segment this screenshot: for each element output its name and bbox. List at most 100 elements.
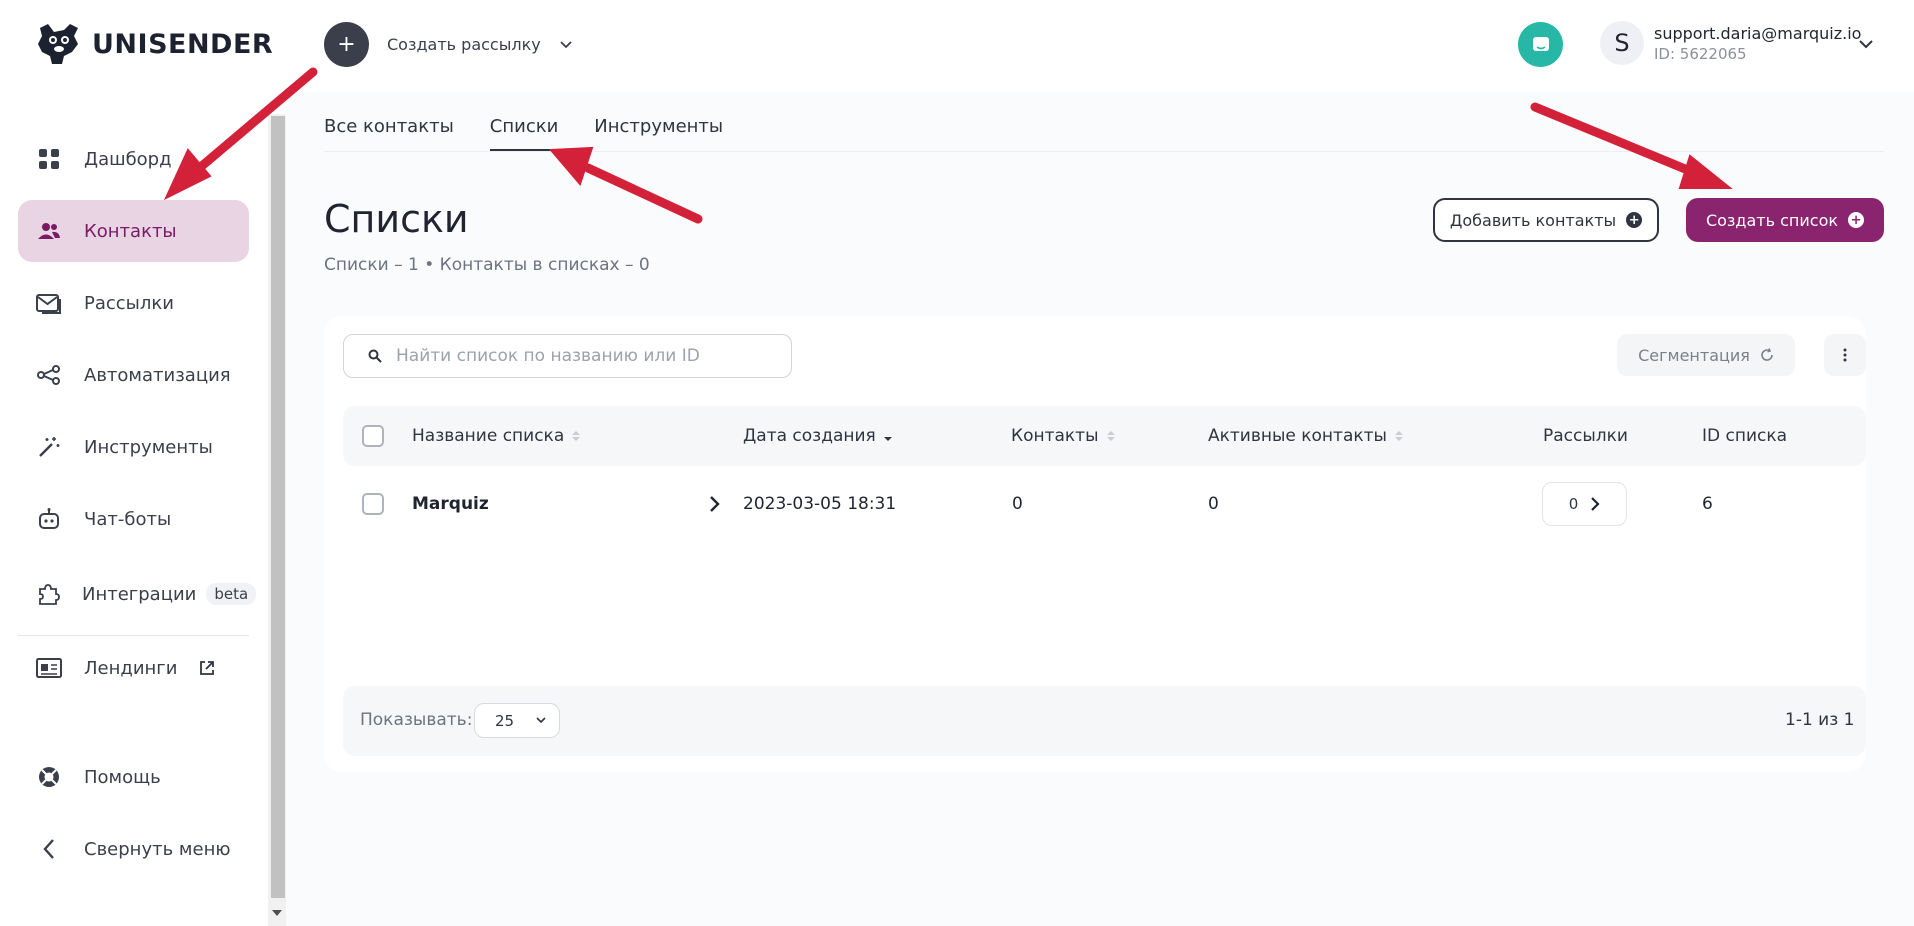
list-name-link[interactable]: Marquiz [412, 494, 489, 514]
chevron-down-icon [560, 40, 572, 48]
create-list-label: Создать список [1705, 210, 1839, 230]
row-checkbox[interactable] [362, 493, 384, 515]
mail-icon [36, 290, 62, 316]
column-label: Контакты [1011, 426, 1099, 446]
column-header-list-id: ID списка [1702, 426, 1787, 446]
sidebar-item-label: Свернуть меню [84, 838, 231, 860]
select-all-checkbox[interactable] [362, 425, 384, 447]
logo-text: UNISENDER [92, 28, 274, 60]
list-campaigns-count: 0 [1568, 495, 1579, 513]
add-contacts-label: Добавить контакты [1449, 210, 1617, 230]
sort-icon [572, 431, 581, 441]
sidebar-item-landings[interactable]: Лендинги [18, 637, 249, 699]
dashboard-icon [36, 146, 62, 172]
sidebar-item-label: Интеграции [82, 583, 197, 605]
column-header-name[interactable]: Название списка [412, 426, 581, 446]
sidebar-item-label: Инструменты [84, 436, 213, 458]
sort-icon [1394, 431, 1403, 441]
tab-tools[interactable]: Инструменты [594, 116, 723, 151]
search-field[interactable] [343, 334, 792, 378]
sidebar-item-campaigns[interactable]: Рассылки [18, 272, 249, 334]
page-title: Списки [324, 197, 469, 241]
chevron-down-icon [536, 717, 546, 724]
contacts-icon [36, 218, 62, 244]
sidebar-item-chatbots[interactable]: Чат-боты [18, 488, 249, 550]
sidebar-item-integrations[interactable]: Интеграции beta [18, 563, 257, 625]
add-contacts-button[interactable]: Добавить контакты + [1433, 198, 1659, 242]
column-label: Рассылки [1543, 426, 1628, 446]
scroll-down-arrow[interactable] [272, 910, 282, 916]
create-campaign-button[interactable]: + Создать рассылку [324, 22, 573, 67]
account-id: ID: 5622065 [1654, 44, 1747, 63]
table-footer [343, 686, 1866, 756]
segmentation-label: Сегментация [1638, 345, 1750, 365]
sidebar-item-label: Помощь [84, 766, 161, 788]
per-page-value: 25 [495, 711, 515, 730]
search-input[interactable] [396, 346, 776, 366]
sidebar-item-tools[interactable]: Инструменты [18, 416, 249, 478]
column-label: ID списка [1702, 426, 1788, 446]
column-header-created[interactable]: Дата создания [743, 426, 892, 446]
sidebar-item-automation[interactable]: Автоматизация [18, 344, 249, 406]
dog-logo-icon [38, 24, 78, 64]
pagination-info: 1-1 из 1 [1785, 710, 1855, 730]
create-list-button[interactable]: Создать список + [1686, 198, 1884, 242]
sidebar-item-dashboard[interactable]: Дашборд [18, 128, 249, 190]
account-chevron-down-icon[interactable] [1858, 38, 1874, 50]
landing-icon [36, 655, 62, 681]
column-header-contacts[interactable]: Контакты [1011, 426, 1115, 446]
scrollbar-thumb[interactable] [271, 116, 285, 898]
sort-icon [1106, 431, 1115, 441]
account-email: support.daria@marquiz.io [1654, 23, 1862, 43]
automation-icon [36, 362, 62, 388]
list-campaigns-button[interactable]: 0 [1542, 482, 1627, 526]
top-header: UNISENDER + Создать рассылку S support.d… [0, 0, 1914, 92]
magic-wand-icon [36, 434, 62, 460]
list-id: 6 [1702, 494, 1713, 514]
chevron-left-icon [36, 836, 62, 862]
puzzle-icon [36, 581, 60, 607]
search-icon [368, 349, 382, 363]
column-header-active-contacts[interactable]: Активные контакты [1208, 426, 1403, 446]
sidebar-divider [18, 635, 249, 636]
chat-icon [1532, 36, 1549, 51]
sort-desc-icon [883, 431, 892, 441]
sidebar-item-label: Автоматизация [84, 364, 231, 386]
unisender-logo[interactable]: UNISENDER [34, 22, 273, 66]
tab-all-contacts[interactable]: Все контакты [324, 116, 454, 151]
support-chat-button[interactable] [1518, 22, 1563, 67]
list-contacts-count: 0 [1012, 494, 1023, 514]
robot-icon [36, 506, 62, 532]
help-lifebuoy-icon [36, 764, 62, 790]
chevron-right-icon [1591, 497, 1600, 511]
avatar: S [1600, 21, 1644, 65]
per-page-label: Показывать: [360, 710, 473, 730]
account-menu[interactable]: S support.daria@marquiz.io ID: 5622065 [1600, 21, 1861, 65]
sidebar-item-help[interactable]: Помощь [18, 746, 249, 808]
sidebar-item-label: Чат-боты [84, 508, 172, 530]
tab-lists[interactable]: Списки [489, 116, 559, 151]
more-vertical-icon [1843, 348, 1847, 362]
segmentation-button[interactable]: Сегментация [1617, 334, 1795, 376]
column-header-campaigns: Рассылки [1543, 426, 1628, 446]
collapse-menu-button[interactable]: Свернуть меню [18, 818, 249, 880]
list-created-date: 2023-03-05 18:31 [743, 494, 897, 514]
refresh-icon [1761, 348, 1773, 361]
beta-badge: beta [206, 583, 257, 605]
chevron-right-icon[interactable] [708, 494, 720, 514]
list-active-contacts-count: 0 [1208, 494, 1219, 514]
plus-circle-icon: + [1848, 212, 1865, 228]
sidebar-item-contacts[interactable]: Контакты [18, 200, 249, 262]
page-subtitle: Списки – 1 • Контакты в списках – 0 [324, 255, 650, 275]
sidebar-item-label: Рассылки [84, 292, 174, 314]
per-page-select[interactable]: 25 [474, 703, 560, 738]
sidebar-item-label: Контакты [84, 220, 177, 242]
tabs-divider [324, 151, 1884, 152]
sidebar-item-label: Дашборд [84, 148, 172, 170]
external-link-icon [200, 661, 215, 675]
column-label: Дата создания [743, 426, 876, 446]
contacts-tabs: Все контакты Списки Инструменты [324, 116, 723, 151]
plus-icon: + [324, 22, 369, 67]
more-options-button[interactable] [1824, 334, 1866, 376]
column-label: Название списка [412, 426, 565, 446]
